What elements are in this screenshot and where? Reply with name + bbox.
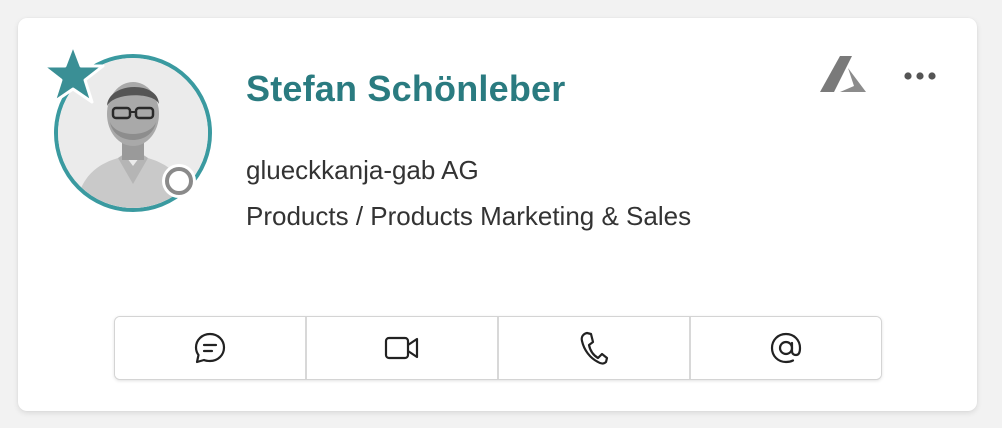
azure-icon (820, 56, 866, 92)
chat-icon (194, 332, 226, 364)
more-icon (904, 72, 936, 80)
video-icon (384, 336, 419, 360)
phone-call-button[interactable] (499, 317, 691, 379)
department-name: Products / Products Marketing & Sales (246, 201, 692, 231)
favorite-star-icon[interactable] (40, 42, 106, 106)
contact-name: Stefan Schönleber (246, 68, 566, 109)
action-bar (114, 316, 882, 380)
mention-button[interactable] (691, 317, 881, 379)
at-icon (770, 332, 802, 364)
presence-indicator (162, 164, 196, 198)
presence-offline-icon (165, 167, 193, 195)
video-call-button[interactable] (307, 317, 499, 379)
more-options-button[interactable] (898, 62, 942, 90)
avatar[interactable] (41, 43, 212, 212)
company-name: glueckkanja-gab AG (246, 155, 479, 185)
phone-icon (580, 331, 609, 365)
contact-card: Stefan Schönleber glueckkanja-gab AG Pro… (18, 18, 977, 411)
chat-button[interactable] (115, 317, 307, 379)
